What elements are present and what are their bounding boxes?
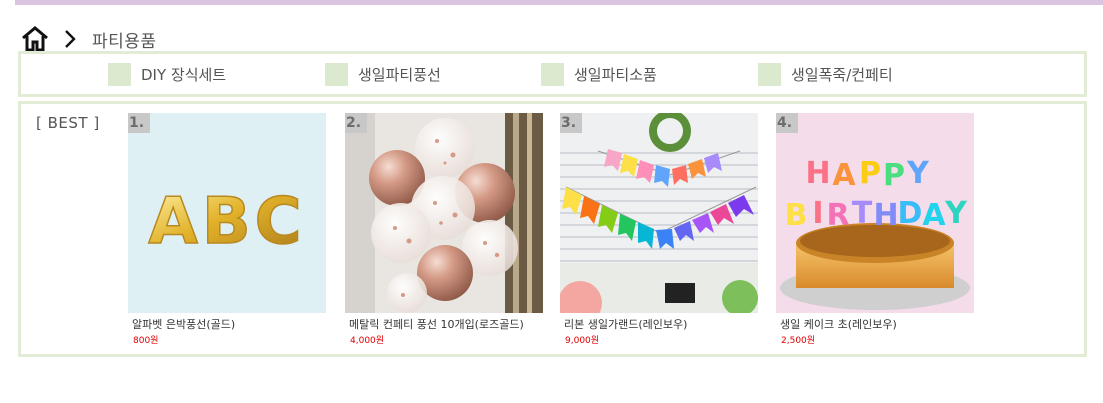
chevron-right-icon: [65, 30, 76, 48]
product-image[interactable]: 3.: [560, 113, 758, 313]
category-birthday-balloons[interactable]: 생일파티풍선: [325, 62, 441, 86]
svg-text:H: H: [805, 156, 830, 191]
category-nav: DIY 장식세트 생일파티풍선 생일파티소품 생일폭죽/컨페티: [18, 51, 1087, 97]
product-card[interactable]: 2. 메탈릭 컨페티 풍선 10개입(로즈골드) 4,000원: [345, 113, 543, 346]
category-label: 생일파티소품: [574, 65, 657, 84]
svg-text:P: P: [883, 158, 905, 193]
best-section: [ BEST ] ABC 1. 알파벳 은박풍선(골드) 800원 2. 메탈릭…: [18, 101, 1087, 357]
product-card[interactable]: ABC 1. 알파벳 은박풍선(골드) 800원: [128, 113, 326, 346]
product-price: 4,000원: [350, 336, 385, 346]
svg-text:Y: Y: [944, 196, 968, 231]
product-price: 800원: [133, 336, 159, 346]
svg-text:A: A: [832, 158, 856, 193]
svg-text:B: B: [785, 198, 808, 233]
product-name[interactable]: 생일 케이크 초(레인보우): [780, 316, 974, 332]
product-name[interactable]: 알파벳 은박풍선(골드): [132, 316, 326, 332]
svg-text:H: H: [873, 198, 898, 233]
top-accent-bar: [15, 0, 1103, 5]
svg-text:T: T: [852, 196, 873, 231]
product-price: 9,000원: [565, 336, 600, 346]
product-image[interactable]: ABC 1.: [128, 113, 326, 313]
product-price: 2,500원: [781, 336, 816, 346]
category-confetti[interactable]: 생일폭죽/컨페티: [758, 62, 893, 86]
svg-text:I: I: [812, 196, 823, 231]
product-card[interactable]: 3. 리본 생일가랜드(레인보우) 9,000원: [560, 113, 758, 346]
best-title: [ BEST ]: [36, 114, 100, 132]
svg-text:A: A: [922, 198, 946, 233]
svg-text:R: R: [826, 198, 849, 233]
product-image[interactable]: 2.: [345, 113, 543, 313]
category-swatch-icon: [325, 62, 348, 86]
product-rank: 3.: [560, 113, 582, 133]
category-label: 생일파티풍선: [358, 65, 441, 84]
svg-text:Y: Y: [906, 156, 930, 191]
category-birthday-props[interactable]: 생일파티소품: [541, 62, 657, 86]
svg-text:ABC: ABC: [148, 185, 305, 259]
category-label: 생일폭죽/컨페티: [791, 65, 893, 84]
breadcrumb: 파티용품: [20, 24, 157, 54]
home-icon[interactable]: [20, 25, 50, 53]
product-rank: 2.: [345, 113, 367, 133]
category-diy-set[interactable]: DIY 장식세트: [108, 62, 226, 86]
product-rank: 4.: [776, 113, 798, 133]
product-image[interactable]: H A P P Y B I R T H D A Y 4.: [776, 113, 974, 313]
product-name[interactable]: 리본 생일가랜드(레인보우): [564, 316, 758, 332]
product-name[interactable]: 메탈릭 컨페티 풍선 10개입(로즈골드): [349, 316, 543, 332]
category-swatch-icon: [108, 62, 131, 86]
product-card[interactable]: H A P P Y B I R T H D A Y 4. 생일 케이크 초(레인…: [776, 113, 974, 346]
product-rank: 1.: [128, 113, 150, 133]
category-swatch-icon: [758, 62, 781, 86]
breadcrumb-current: 파티용품: [92, 31, 157, 52]
svg-text:D: D: [898, 196, 923, 231]
svg-text:P: P: [859, 156, 881, 191]
category-label: DIY 장식세트: [141, 65, 227, 84]
category-swatch-icon: [541, 62, 564, 86]
